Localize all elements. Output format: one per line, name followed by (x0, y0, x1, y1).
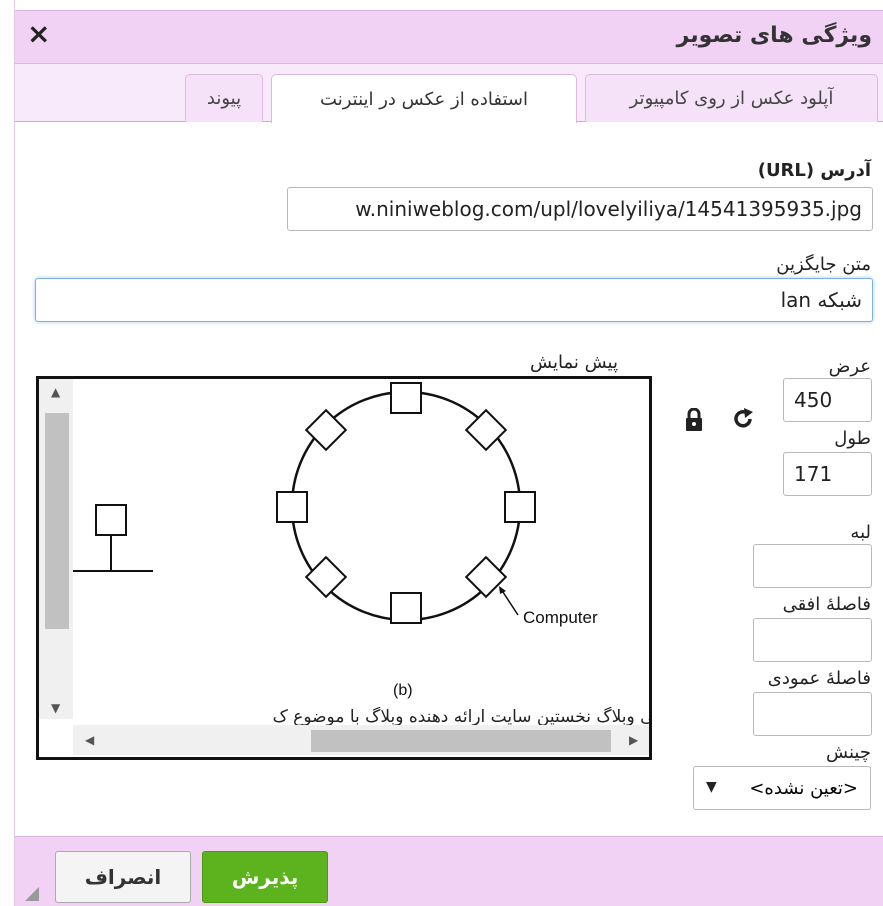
close-icon[interactable]: × (27, 17, 50, 50)
hspace-input[interactable] (753, 618, 872, 662)
preview-image-figure: Computer (b) (73, 382, 598, 699)
align-select[interactable]: <تعین نشده> ▼ (693, 766, 871, 810)
refresh-icon[interactable] (731, 406, 755, 438)
preview-caption: نی وبلاگ نخستین سایت ارائه دهنده وبلاگ ب… (272, 707, 652, 727)
image-properties-dialog: ویژگی های تصویر × آپلود عکس از روی کامپی… (14, 0, 883, 906)
url-label: آدرس (URL) (757, 160, 871, 181)
vertical-scroll-thumb[interactable] (45, 413, 69, 629)
tab-bar: آپلود عکس از روی کامپیوتر استفاده از عکس… (15, 64, 883, 123)
figure-b-label: (b) (393, 682, 413, 699)
dialog-titlebar: ویژگی های تصویر × (15, 10, 883, 64)
node-square (390, 382, 422, 414)
computer-label: Computer (523, 608, 598, 627)
border-input[interactable] (753, 544, 872, 588)
width-input[interactable] (783, 378, 872, 422)
height-input[interactable] (783, 452, 872, 496)
node-square (390, 592, 422, 624)
node-square (504, 491, 536, 523)
vertical-scrollbar[interactable]: ▲ ▼ (39, 379, 73, 719)
resize-grip-icon[interactable] (25, 887, 39, 901)
image-preview: Computer (b) نی وبلاگ نخستین سایت ارائه … (36, 376, 652, 760)
width-label: عرض (828, 356, 871, 377)
align-selected-value: <تعین نشده> (749, 777, 858, 799)
scroll-up-icon[interactable]: ▲ (51, 385, 60, 399)
horizontal-scrollbar[interactable]: ◀ ▶ (73, 725, 649, 755)
dialog-title: ویژگی های تصویر (676, 23, 872, 48)
ok-button[interactable]: پذیرش (202, 851, 328, 903)
node-diamond (464, 408, 508, 452)
url-input[interactable] (287, 187, 873, 231)
align-label: چینش (826, 742, 871, 763)
hspace-label: فاصلهٔ افقی (782, 594, 871, 615)
node-square (276, 491, 308, 523)
tab-link[interactable]: پیوند (185, 74, 263, 122)
scroll-right-icon[interactable]: ▶ (629, 733, 638, 747)
tab-upload[interactable]: آپلود عکس از روی کامپیوتر (585, 74, 878, 122)
horizontal-scroll-thumb[interactable] (311, 730, 611, 752)
preview-label: پیش نمایش (530, 352, 618, 373)
alt-text-label: متن جایگزین (776, 254, 871, 275)
cancel-button[interactable]: انصراف (55, 851, 191, 903)
border-label: لبه (850, 522, 871, 543)
height-label: طول (834, 428, 871, 449)
scroll-down-icon[interactable]: ▼ (51, 701, 60, 715)
scroll-left-icon[interactable]: ◀ (85, 733, 94, 747)
tab-url[interactable]: استفاده از عکس در اینترنت (271, 74, 577, 123)
node-diamond (304, 555, 348, 599)
node-square (95, 504, 127, 536)
chevron-down-icon: ▼ (706, 779, 717, 795)
vspace-label: فاصلهٔ عمودی (767, 668, 871, 689)
vspace-input[interactable] (753, 692, 872, 736)
lock-icon[interactable] (684, 407, 704, 438)
alt-text-input[interactable] (35, 278, 873, 322)
dialog-footer: پذیرش انصراف (15, 836, 883, 906)
node-diamond (304, 408, 348, 452)
